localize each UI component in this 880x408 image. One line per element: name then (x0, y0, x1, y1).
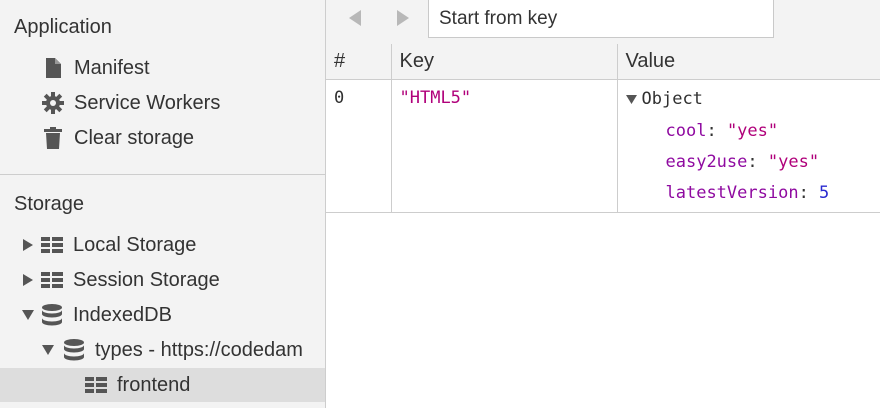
property-value: "yes" (767, 152, 820, 172)
row-value-cell: Object cool: "yes" easy2use: "yes" lates… (617, 79, 880, 213)
sidebar-item-label: IndexedDB (73, 303, 172, 326)
column-header-key[interactable]: Key (391, 44, 618, 80)
sidebar-divider (0, 174, 325, 175)
document-icon (41, 58, 65, 78)
property-value: 5 (819, 183, 830, 203)
property-colon: : (706, 121, 727, 141)
toolbar (326, 0, 880, 45)
sidebar-item-frontend-store[interactable]: frontend (0, 368, 325, 402)
collapse-triangle-icon[interactable] (625, 88, 642, 110)
grid-icon (40, 272, 64, 288)
sidebar-item-label: frontend (117, 373, 191, 396)
grid-header-row: # Key Value (326, 44, 880, 80)
property-value: "yes" (726, 121, 779, 141)
arrow-right-icon (395, 9, 411, 31)
expand-triangle-icon[interactable] (22, 239, 34, 251)
sidebar-item-indexeddb[interactable]: IndexedDB (0, 298, 325, 332)
sidebar-item-session-storage[interactable]: Session Storage (0, 263, 325, 297)
gear-icon (41, 92, 65, 114)
sidebar-item-label: types - https://codedam (95, 338, 303, 361)
start-from-key-input[interactable] (428, 0, 774, 38)
storage-section-header: Storage (14, 193, 85, 215)
sidebar-item-service-workers[interactable]: Service Workers (0, 86, 325, 120)
object-property: latestVersion: 5 (626, 181, 880, 212)
collapse-triangle-icon[interactable] (42, 345, 54, 355)
table-row[interactable]: 0 "HTML5" Object cool: "yes" easy2use: "… (326, 79, 880, 213)
trash-icon (41, 127, 65, 149)
database-icon (62, 339, 86, 361)
sidebar-item-label: Session Storage (73, 268, 220, 291)
sidebar-item-types-database[interactable]: types - https://codedam (0, 333, 325, 367)
property-name: latestVersion (665, 183, 799, 203)
column-header-value[interactable]: Value (617, 44, 880, 80)
database-icon (40, 304, 64, 326)
previous-page-button[interactable] (342, 9, 368, 31)
collapse-triangle-icon[interactable] (22, 310, 34, 320)
column-header-index[interactable]: # (326, 44, 392, 80)
data-grid: # Key Value 0 "HTML5" Object cool: "yes" (326, 44, 880, 213)
property-name: easy2use (665, 152, 748, 172)
sidebar-item-clear-storage[interactable]: Clear storage (0, 121, 325, 155)
row-index-cell: 0 (326, 79, 392, 213)
grid-icon (84, 377, 108, 393)
sidebar-item-label: Local Storage (73, 233, 197, 256)
row-index: 0 (334, 88, 345, 108)
grid-icon (40, 237, 64, 253)
object-property: cool: "yes" (626, 119, 880, 150)
sidebar-item-label: Manifest (74, 56, 150, 79)
next-page-button[interactable] (390, 9, 416, 31)
sidebar: Application Manifest Service Workers Cle… (0, 0, 326, 408)
arrow-left-icon (347, 9, 363, 31)
property-colon: : (747, 152, 768, 172)
sidebar-item-local-storage[interactable]: Local Storage (0, 228, 325, 262)
property-name: cool (665, 121, 707, 141)
sidebar-item-label: Service Workers (74, 91, 221, 114)
row-key-cell: "HTML5" (391, 79, 618, 213)
object-type-label: Object (641, 89, 703, 109)
row-key: "HTML5" (399, 88, 472, 108)
sidebar-item-label: Clear storage (74, 126, 195, 149)
application-section-header: Application (14, 16, 112, 38)
object-tree-node[interactable]: Object (625, 88, 880, 119)
sidebar-item-manifest[interactable]: Manifest (0, 51, 325, 85)
object-property: easy2use: "yes" (626, 150, 880, 181)
property-colon: : (798, 183, 820, 203)
expand-triangle-icon[interactable] (22, 274, 34, 286)
